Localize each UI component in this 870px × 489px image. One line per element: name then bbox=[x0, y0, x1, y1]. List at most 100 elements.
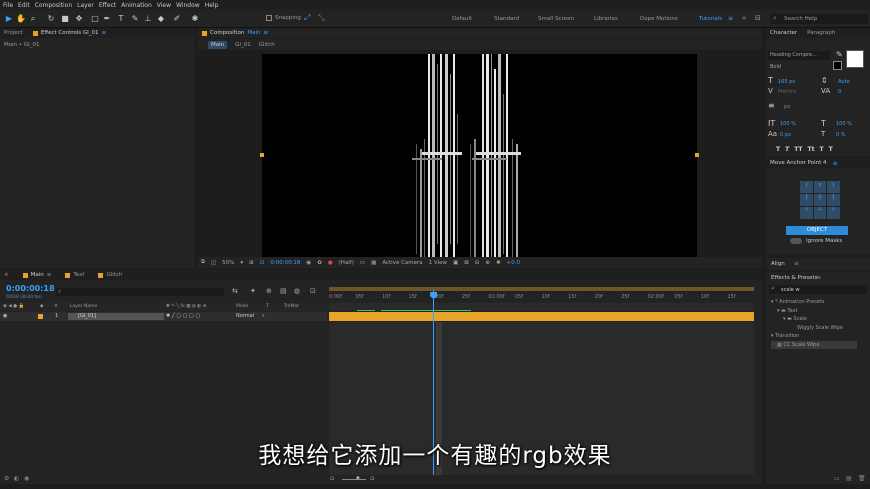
workspace-libraries[interactable]: Libraries bbox=[594, 16, 618, 22]
comp-subtab-main[interactable]: Main bbox=[208, 40, 228, 49]
superscript-button[interactable]: T bbox=[819, 146, 823, 153]
tab-paragraph[interactable]: Paragraph bbox=[807, 30, 835, 36]
menu-window[interactable]: Window bbox=[176, 2, 200, 9]
small-caps-button[interactable]: Tt bbox=[808, 146, 815, 153]
new-preset-icon[interactable]: ▤ bbox=[846, 475, 852, 482]
timeline-timecode[interactable]: 0:00:00:18 bbox=[6, 284, 55, 293]
workspace-dope-motions[interactable]: Dope Motions bbox=[640, 16, 678, 22]
menu-layer[interactable]: Layer bbox=[77, 2, 94, 9]
timeline-close-icon[interactable]: × bbox=[4, 272, 9, 278]
anchor-top-left-button[interactable]: ┌ bbox=[800, 181, 813, 193]
resolution-dropdown[interactable]: (Half) bbox=[339, 260, 354, 266]
snapshot-icon[interactable]: ◉ bbox=[306, 260, 311, 266]
workspace-tutorials[interactable]: Tutorials bbox=[699, 16, 722, 22]
tree-item-animation-presets[interactable]: ▾ * Animation Presets bbox=[771, 298, 857, 307]
comp-subtab-glitch[interactable]: Glitch bbox=[259, 42, 275, 48]
menu-file[interactable]: File bbox=[3, 2, 13, 9]
timeline-tab-glitch[interactable]: Glitch bbox=[98, 272, 122, 278]
toggle-pixel-icon[interactable]: ▣ bbox=[453, 260, 458, 266]
snapping-checkbox[interactable] bbox=[266, 15, 272, 21]
always-preview-icon[interactable]: ⧉ bbox=[201, 259, 205, 266]
baseline-shift-value[interactable]: 0 px bbox=[780, 132, 791, 138]
menu-effect[interactable]: Effect bbox=[99, 2, 116, 9]
layer-name[interactable]: [GI_01] bbox=[68, 313, 164, 320]
motion-blur-icon[interactable]: ◍ bbox=[294, 287, 300, 295]
mask-toggle-icon[interactable]: ◫ bbox=[211, 260, 216, 266]
anchor-bottom-right-button[interactable]: ┘ bbox=[827, 207, 840, 219]
camera-tool-icon[interactable]: ■ bbox=[60, 13, 70, 24]
zoom-in-timeline-icon[interactable]: ⌂ bbox=[370, 474, 374, 482]
tab-composition[interactable]: Composition Main ≡ bbox=[202, 30, 268, 36]
work-area-range[interactable] bbox=[329, 287, 754, 291]
tsume-value[interactable]: 0 % bbox=[836, 132, 846, 138]
snap-feather-icon[interactable]: ⤡ bbox=[318, 13, 324, 23]
eraser-tool-icon[interactable]: ◆ bbox=[156, 13, 166, 24]
tree-item-text[interactable]: ▾ ▬ Text bbox=[771, 307, 857, 316]
subscript-button[interactable]: T bbox=[829, 146, 833, 153]
graph-editor-icon[interactable]: ⊡ bbox=[310, 287, 316, 295]
timeline-tab-main[interactable]: Main ≡ bbox=[22, 272, 52, 278]
layer-visibility-icon[interactable]: ◉ bbox=[3, 313, 7, 319]
align-panel-title[interactable]: Align bbox=[771, 261, 785, 267]
tracking-value[interactable]: 0 bbox=[838, 89, 841, 95]
layer-mode-dropdown[interactable]: Normal bbox=[236, 313, 254, 319]
anchor-bottom-center-button[interactable]: ┴ bbox=[813, 207, 827, 219]
anchor-top-center-button[interactable]: ┬ bbox=[813, 181, 827, 193]
puppet-tool-icon[interactable]: ✱ bbox=[190, 13, 200, 24]
layer-row[interactable]: ◉ 1 [GI_01] ✱ ╱ ▢ ▢ ▢ ▢ Normal ▾ bbox=[0, 312, 327, 321]
fill-color-swatch[interactable] bbox=[846, 50, 864, 68]
font-style-dropdown[interactable]: Bold bbox=[768, 63, 830, 71]
camera-dropdown[interactable]: Active Camera bbox=[382, 260, 422, 266]
stroke-color-swatch[interactable] bbox=[833, 61, 842, 70]
kerning-value[interactable]: Metrics bbox=[778, 89, 796, 95]
anchor-bottom-left-button[interactable]: └ bbox=[800, 207, 813, 219]
anchor-center-button[interactable]: ┼ bbox=[813, 194, 827, 206]
sync-icon[interactable]: ⊟ bbox=[755, 14, 761, 22]
time-ruler[interactable]: 0:00f 05f 10f 15f 20f 25f 01:00f 05f 10f 15f 20f 25… bbox=[329, 292, 754, 302]
timeline-zoom-thumb-icon[interactable]: ◆ bbox=[356, 475, 360, 481]
anchor-top-right-button[interactable]: ┐ bbox=[827, 181, 840, 193]
clone-stamp-tool-icon[interactable]: ⊥ bbox=[143, 13, 153, 24]
anchor-middle-left-button[interactable]: ├ bbox=[800, 194, 813, 206]
menu-animation[interactable]: Animation bbox=[121, 2, 152, 9]
tab-project[interactable]: Project bbox=[4, 30, 23, 36]
eyedropper-icon[interactable]: ✎ bbox=[836, 50, 843, 59]
work-area-bar[interactable] bbox=[329, 287, 754, 291]
layer-switches-icons[interactable]: ✱ ╱ ▢ ▢ ▢ ▢ bbox=[166, 313, 200, 319]
draft-3d-icon[interactable]: ✦ bbox=[250, 287, 256, 295]
timeline-tab-text[interactable]: Text bbox=[65, 272, 84, 278]
stroke-unit[interactable]: px bbox=[784, 104, 790, 110]
workspace-default[interactable]: Default bbox=[452, 16, 472, 22]
tree-item-scale[interactable]: ▾ ▬ Scale bbox=[771, 315, 857, 324]
timeline-zoom-slider[interactable] bbox=[342, 479, 366, 480]
menu-edit[interactable]: Edit bbox=[18, 2, 30, 9]
exposure-value[interactable]: +0.0 bbox=[507, 260, 520, 266]
brush-tool-icon[interactable]: ✎ bbox=[130, 13, 140, 24]
tree-item-wiggly-scale-wipe[interactable]: Wiggly Scale Wipe bbox=[771, 324, 857, 333]
timeline-menu-icon[interactable]: ≡ bbox=[47, 272, 52, 278]
zoom-dropdown[interactable]: 50% bbox=[222, 260, 234, 266]
flowchart-icon[interactable]: ⊕ bbox=[485, 260, 490, 266]
color-channel-icon[interactable]: ● bbox=[328, 260, 333, 266]
effects-panel-menu-icon[interactable]: ≡ bbox=[816, 274, 821, 281]
new-folder-icon[interactable]: ▭ bbox=[834, 475, 840, 482]
workspace-standard[interactable]: Standard bbox=[494, 16, 519, 22]
selection-tool-icon[interactable]: ▶ bbox=[4, 13, 14, 24]
toggle-switches-icon[interactable]: ⚙ bbox=[4, 475, 9, 482]
align-panel-menu-icon[interactable]: ≡ bbox=[794, 260, 799, 267]
view-layout-dropdown[interactable]: 1 View bbox=[429, 260, 447, 266]
font-family-dropdown[interactable]: Heading Compre... bbox=[768, 51, 830, 60]
comp-timecode[interactable]: 0:00:00:18 bbox=[270, 260, 300, 266]
rotate-tool-icon[interactable]: ↻ bbox=[46, 13, 56, 24]
region-icon[interactable]: ⊡ bbox=[260, 260, 265, 266]
object-button[interactable]: OBJECT bbox=[786, 226, 848, 235]
tab-effect-controls[interactable]: Effect Controls GI_01 ≡ bbox=[32, 30, 106, 36]
ignore-masks-toggle[interactable] bbox=[790, 238, 802, 244]
workspace-menu-icon[interactable]: ≡ bbox=[728, 15, 733, 22]
comp-panel-menu-icon[interactable]: ≡ bbox=[264, 30, 269, 36]
layer-duration-bar[interactable] bbox=[329, 312, 754, 321]
comp-subtab-gi01[interactable]: GI_01 bbox=[235, 42, 251, 48]
layer-handle-left[interactable] bbox=[260, 153, 264, 157]
anchor-middle-right-button[interactable]: ┤ bbox=[827, 194, 840, 206]
menu-help[interactable]: Help bbox=[205, 2, 219, 9]
